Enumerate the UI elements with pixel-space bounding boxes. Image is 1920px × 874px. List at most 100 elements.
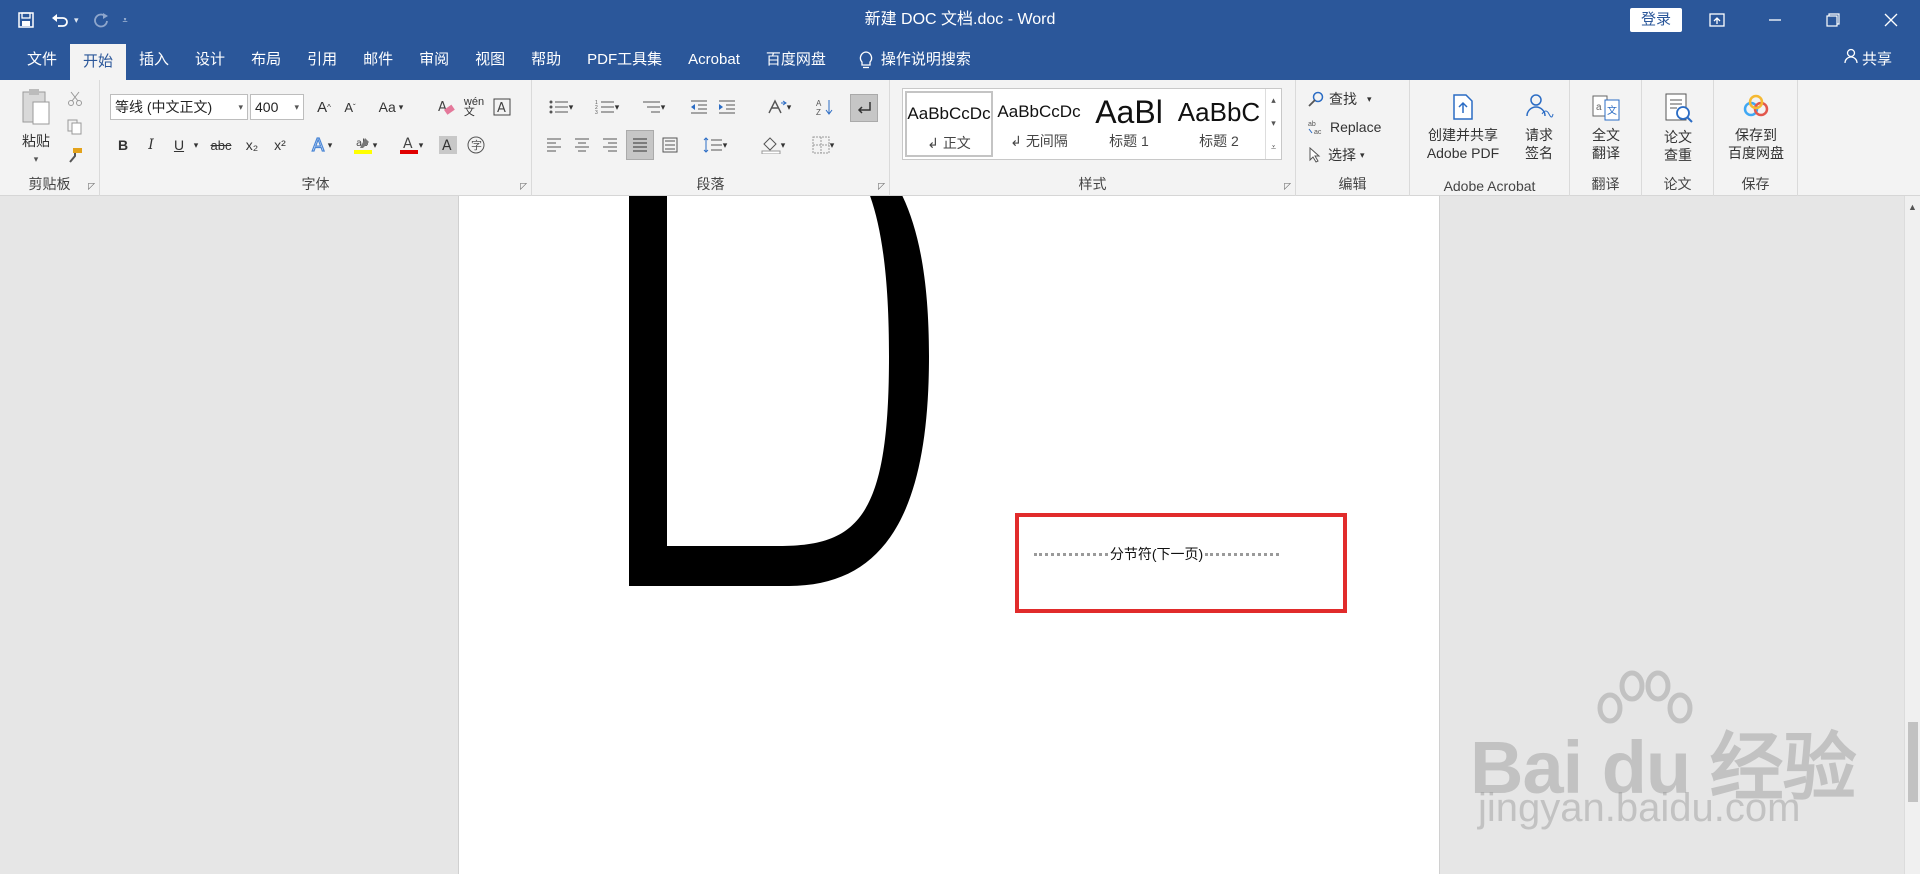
close-icon[interactable] (1862, 0, 1920, 40)
tab-insert[interactable]: 插入 (126, 40, 182, 80)
subscript-button[interactable]: x₂ (240, 132, 264, 158)
svg-text:3: 3 (595, 110, 598, 115)
svg-text:Z: Z (816, 108, 821, 116)
cut-icon[interactable] (64, 88, 86, 110)
underline-button[interactable]: U (168, 132, 190, 158)
find-label: 查找 (1329, 91, 1357, 107)
align-center-icon[interactable] (570, 132, 594, 158)
show-paragraph-marks-icon[interactable] (850, 94, 878, 122)
tab-mailings[interactable]: 邮件 (350, 40, 406, 80)
font-name-combo[interactable]: 等线 (中文正文) ▾ (110, 94, 248, 120)
acrobat-group-label: Adobe Acrobat (1443, 178, 1536, 194)
chinese-layout-button[interactable]: ▾ (758, 94, 800, 120)
sign-label-2: 签名 (1525, 145, 1553, 161)
create-share-pdf-button[interactable]: 创建并共享 Adobe PDF (1420, 92, 1506, 162)
character-shading-icon[interactable]: A (436, 132, 460, 158)
font-size-combo[interactable]: 400 ▾ (250, 94, 304, 120)
paragraph-group-label: 段落 (696, 176, 725, 192)
full-text-translate-button[interactable]: a文 全文 翻译 (1578, 92, 1634, 162)
tab-references[interactable]: 引用 (294, 40, 350, 80)
paste-dropdown-icon[interactable]: ▾ (14, 150, 58, 168)
translate-label-1: 全文 (1592, 127, 1620, 143)
enclose-characters-icon[interactable]: 字 (464, 132, 488, 158)
text-effects-button[interactable]: A ▾ (304, 132, 338, 158)
decrease-indent-icon[interactable] (686, 94, 712, 120)
scrollbar-thumb[interactable] (1908, 722, 1918, 802)
find-button[interactable]: 查找 ▾ (1308, 88, 1372, 110)
tab-pdf-tools[interactable]: PDF工具集 (574, 40, 675, 80)
format-painter-icon[interactable] (64, 144, 86, 166)
document-page[interactable]: 分节符(下一页) (458, 196, 1440, 874)
underline-dropdown-icon[interactable]: ▾ (190, 132, 202, 158)
phonetic-guide-icon[interactable]: wén 文 (462, 94, 486, 120)
svg-text:a: a (1596, 102, 1602, 113)
tab-design[interactable]: 设计 (182, 40, 238, 80)
undo-icon[interactable] (48, 6, 72, 34)
document-workspace: 分节符(下一页) (0, 196, 1904, 874)
replace-button[interactable]: ab ac Replace (1308, 116, 1381, 138)
clipboard-group-label: 剪贴板 (28, 176, 71, 192)
editing-group-label: 编辑 (1338, 176, 1367, 192)
change-case-button[interactable]: Aa ▾ (372, 94, 410, 120)
restore-icon[interactable] (1804, 0, 1862, 40)
scroll-up-arrow-icon[interactable]: ▲ (1905, 200, 1920, 214)
tab-help[interactable]: 帮助 (518, 40, 574, 80)
superscript-button[interactable]: x² (268, 132, 292, 158)
redo-icon[interactable] (89, 6, 113, 34)
paragraph-launcher-icon[interactable]: ◸ (878, 181, 885, 192)
increase-indent-icon[interactable] (714, 94, 740, 120)
tell-me-search[interactable]: 操作说明搜索 (839, 40, 984, 80)
sign-label-1: 请求 (1525, 127, 1553, 143)
large-letter-d (629, 196, 929, 586)
align-left-icon[interactable] (542, 132, 566, 158)
bold-button[interactable]: B (112, 132, 134, 158)
share-button[interactable]: 共享 (1844, 40, 1892, 80)
minimize-icon[interactable] (1746, 0, 1804, 40)
tab-view[interactable]: 视图 (462, 40, 518, 80)
justify-icon[interactable] (626, 130, 654, 160)
highlight-color-button[interactable]: ab ▾ (346, 132, 384, 158)
paper-label-2: 查重 (1664, 147, 1692, 163)
character-border-icon[interactable]: A (490, 94, 514, 120)
bullets-button[interactable]: ▾ (540, 94, 582, 120)
shading-button[interactable]: ▾ (752, 132, 794, 158)
request-signature-button[interactable]: 请求 签名 (1514, 92, 1564, 162)
chevron-down-icon: ▾ (294, 102, 299, 112)
distributed-icon[interactable] (658, 132, 682, 158)
tab-review[interactable]: 审阅 (406, 40, 462, 80)
tab-home[interactable]: 开始 (70, 44, 127, 80)
font-launcher-icon[interactable]: ◸ (520, 181, 527, 192)
shrink-font-icon[interactable]: Aˇ (338, 94, 362, 120)
ribbon-display-options-icon[interactable] (1688, 0, 1746, 40)
clear-formatting-icon[interactable]: A (434, 94, 458, 120)
undo-dropdown-icon[interactable]: ▾ (74, 15, 79, 26)
tab-layout[interactable]: 布局 (238, 40, 294, 80)
italic-button[interactable]: I (140, 132, 162, 158)
plagiarism-check-button[interactable]: 论文 查重 (1650, 92, 1706, 164)
align-right-icon[interactable] (598, 132, 622, 158)
save-icon[interactable] (14, 6, 38, 34)
copy-icon[interactable] (64, 116, 86, 138)
font-color-button[interactable]: A ▾ (392, 132, 430, 158)
login-button[interactable]: 登录 (1630, 8, 1682, 32)
tab-baidu-netdisk[interactable]: 百度网盘 (753, 40, 839, 80)
multilevel-list-icon (642, 101, 660, 113)
line-spacing-button[interactable]: ▾ (694, 132, 736, 158)
grow-font-icon[interactable]: A ^ (312, 94, 336, 120)
vertical-scrollbar[interactable]: ▲ (1904, 196, 1920, 874)
multilevel-list-button[interactable]: ▾ (632, 94, 674, 120)
styles-launcher-icon[interactable]: ◸ (1284, 181, 1291, 192)
strikethrough-button[interactable]: abc (206, 132, 236, 158)
svg-text:A: A (497, 101, 506, 116)
save-to-baidu-button[interactable]: 保存到 百度网盘 (1718, 92, 1794, 162)
tab-acrobat[interactable]: Acrobat (675, 40, 753, 80)
paste-button[interactable]: 粘贴 ▾ (14, 88, 58, 168)
sort-icon[interactable]: AZ (812, 94, 838, 120)
tab-file[interactable]: 文件 (14, 40, 70, 80)
select-button[interactable]: 选择 ▾ (1308, 144, 1365, 166)
borders-button[interactable]: ▾ (802, 132, 844, 158)
numbering-button[interactable]: 1 2 3 ▾ (586, 94, 628, 120)
customize-qat-icon[interactable]: ⩡ (123, 15, 128, 26)
change-case-label: Aa (378, 99, 396, 115)
clipboard-launcher-icon[interactable]: ◸ (88, 181, 95, 192)
